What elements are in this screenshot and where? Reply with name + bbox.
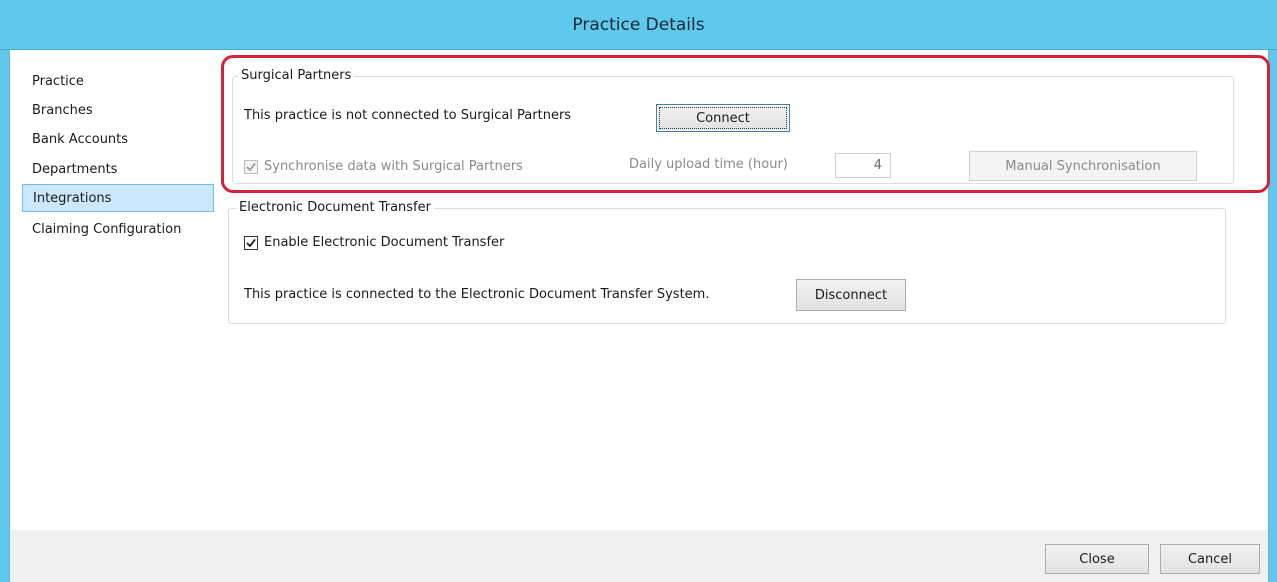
disconnect-button[interactable]: Disconnect xyxy=(796,279,906,311)
surgical-partners-status: This practice is not connected to Surgic… xyxy=(244,108,572,123)
sidebar-item-bank-accounts[interactable]: Bank Accounts xyxy=(22,125,214,153)
sidebar-item-branches[interactable]: Branches xyxy=(22,96,214,124)
dialog-client-area: Practice Branches Bank Accounts Departme… xyxy=(9,50,1269,582)
sidebar-item-claiming-configuration[interactable]: Claiming Configuration xyxy=(22,215,214,243)
manual-synchronisation-button[interactable]: Manual Synchronisation xyxy=(969,151,1197,181)
sidebar-item-label: Bank Accounts xyxy=(32,131,129,147)
upload-time-label: Daily upload time (hour) xyxy=(629,157,788,172)
practice-details-window: Practice Details Practice Branches Bank … xyxy=(0,0,1277,582)
edt-group xyxy=(228,208,1226,324)
checkmark-icon xyxy=(246,162,256,172)
sidebar-item-label: Claiming Configuration xyxy=(32,221,182,237)
window-bottom-edge[interactable] xyxy=(0,574,1277,582)
sidebar-nav: Practice Branches Bank Accounts Departme… xyxy=(20,58,218,570)
edt-title: Electronic Document Transfer xyxy=(236,200,434,216)
edt-status: This practice is connected to the Electr… xyxy=(244,287,710,302)
cancel-button[interactable]: Cancel xyxy=(1160,544,1260,574)
sync-checkbox-label: Synchronise data with Surgical Partners xyxy=(264,159,523,174)
enable-edt-checkbox[interactable] xyxy=(244,236,258,250)
surgical-partners-title: Surgical Partners xyxy=(238,68,355,84)
title-bar[interactable]: Practice Details xyxy=(0,0,1277,50)
sidebar-item-label: Integrations xyxy=(33,190,112,206)
window-title: Practice Details xyxy=(572,14,705,35)
sidebar-item-label: Practice xyxy=(32,73,84,89)
sidebar-item-integrations[interactable]: Integrations xyxy=(22,184,214,212)
upload-time-input[interactable] xyxy=(835,153,891,178)
connect-button[interactable]: Connect xyxy=(656,104,790,132)
sync-checkbox[interactable] xyxy=(244,160,258,174)
sidebar-item-practice[interactable]: Practice xyxy=(22,67,214,95)
sidebar-item-label: Branches xyxy=(32,102,93,118)
close-button[interactable]: Close xyxy=(1045,544,1149,574)
sidebar-item-label: Departments xyxy=(32,161,118,177)
checkmark-icon xyxy=(246,238,256,248)
sidebar-item-departments[interactable]: Departments xyxy=(22,155,214,183)
integrations-panel: Surgical Partners This practice is not c… xyxy=(218,58,1264,530)
enable-edt-label: Enable Electronic Document Transfer xyxy=(264,235,505,250)
